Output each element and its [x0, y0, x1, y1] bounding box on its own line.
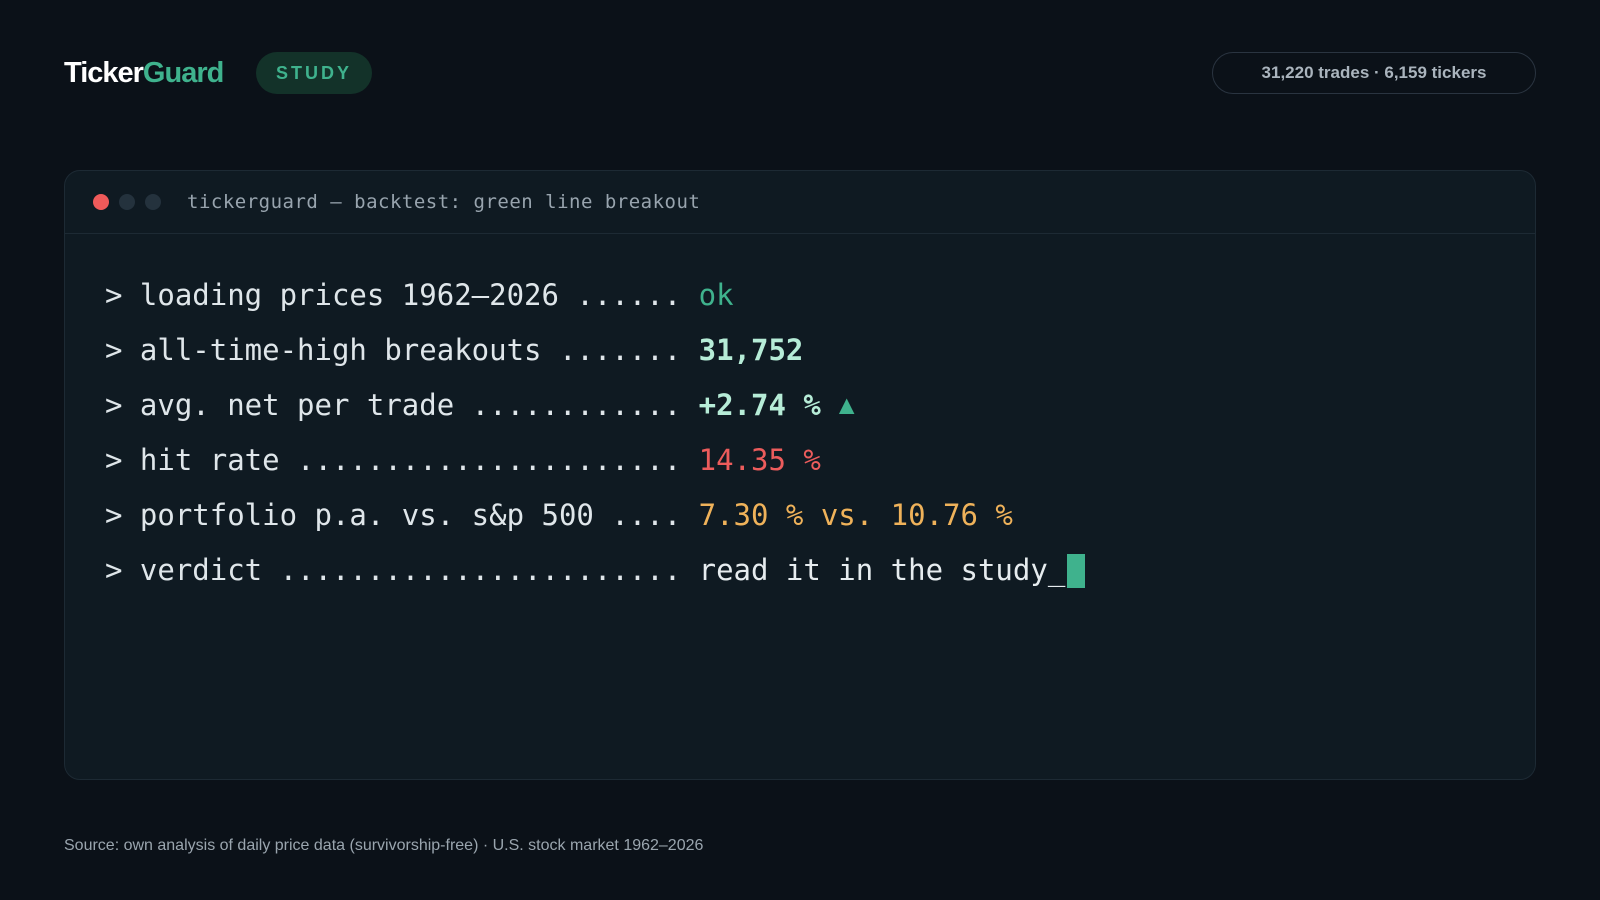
terminal-line: > avg. net per trade ............ +2.74 …	[105, 378, 1535, 433]
study-badge: STUDY	[256, 52, 372, 94]
terminal-line: > loading prices 1962–2026 ...... ok	[105, 268, 1535, 323]
line-prompt: > avg. net per trade ............	[105, 388, 699, 422]
terminal-line: > hit rate ...................... 14.35 …	[105, 433, 1535, 488]
line-value: 14.35 %	[698, 443, 821, 477]
line-prompt: > loading prices 1962–2026 ......	[105, 278, 699, 312]
terminal-title: tickerguard — backtest: green line break…	[187, 191, 701, 213]
brand-accent: Guard	[142, 57, 224, 89]
line-value: 31,752	[698, 333, 804, 367]
line-prompt: > hit rate ......................	[105, 443, 699, 477]
page: TickerGuard STUDY 31,220 trades · 6,159 …	[0, 0, 1600, 900]
line-prompt: > verdict .......................	[105, 553, 699, 587]
terminal-line: > verdict ....................... read i…	[105, 543, 1535, 598]
terminal-window: tickerguard — backtest: green line break…	[64, 170, 1536, 780]
line-value: +2.74 %	[698, 388, 821, 422]
terminal-line: > portfolio p.a. vs. s&p 500 .... 7.30 %…	[105, 488, 1535, 543]
line-prompt: > all-time-high breakouts .......	[105, 333, 699, 367]
terminal-titlebar: tickerguard — backtest: green line break…	[65, 171, 1535, 234]
brand-logo[interactable]: TickerGuard	[64, 54, 224, 92]
brand-primary: Ticker	[64, 57, 144, 89]
text-cursor	[1067, 553, 1086, 588]
terminal-line: > all-time-high breakouts ....... 31,752	[105, 323, 1535, 378]
stats-pill: 31,220 trades · 6,159 tickers	[1212, 52, 1536, 94]
minimize-dot-icon[interactable]	[119, 194, 135, 210]
line-value: ok	[698, 278, 734, 312]
line-prompt: > portfolio p.a. vs. s&p 500 ....	[105, 498, 699, 532]
source-note: Source: own analysis of daily price data…	[64, 837, 704, 854]
maximize-dot-icon[interactable]	[145, 194, 161, 210]
line-value: read it in the study_	[698, 553, 1066, 587]
terminal-output: > loading prices 1962–2026 ...... ok > a…	[65, 234, 1535, 598]
close-dot-icon[interactable]	[93, 194, 109, 210]
up-triangle-icon: ▲	[838, 390, 855, 420]
line-value: 7.30 % vs. 10.76 %	[698, 498, 1013, 532]
